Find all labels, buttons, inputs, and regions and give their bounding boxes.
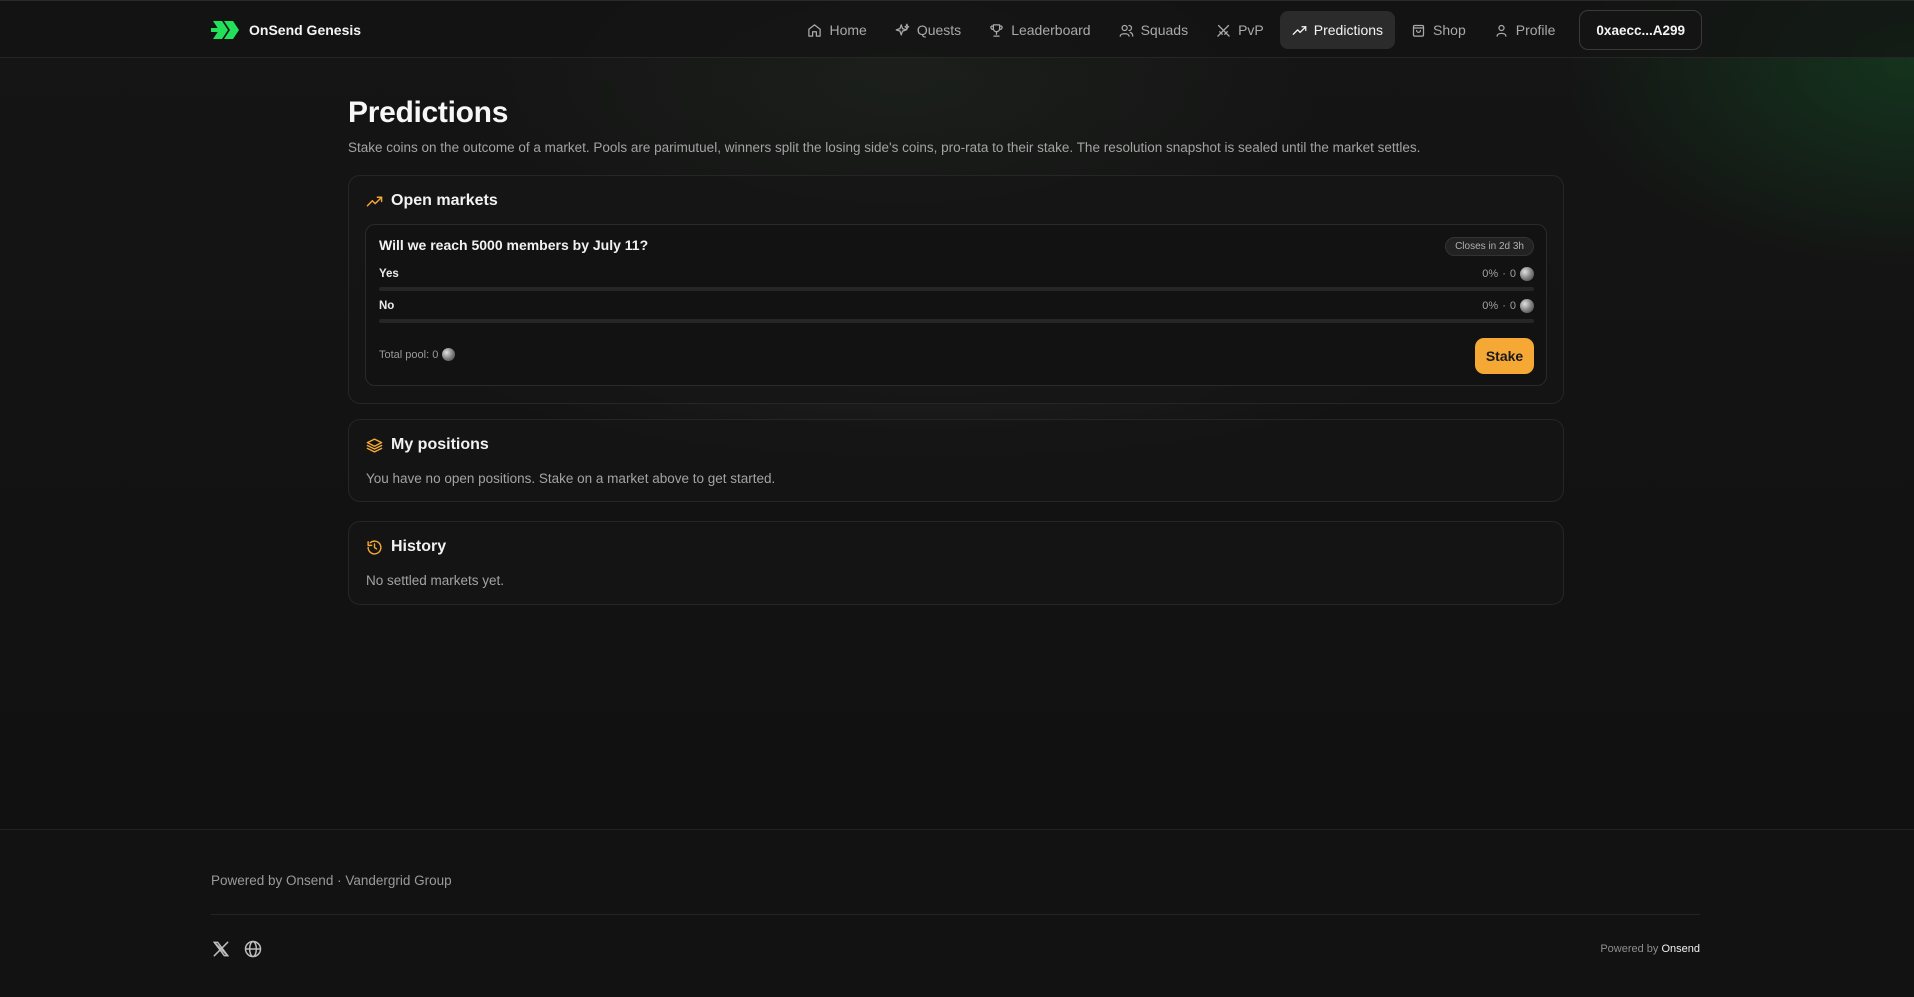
outcome-progress-bar xyxy=(379,319,1534,323)
my-positions-card: My positions You have no open positions.… xyxy=(348,419,1564,502)
outcome-percent: 0% xyxy=(1482,268,1499,280)
page-subtitle: Stake coins on the outcome of a market. … xyxy=(348,140,1421,155)
nav-menu: Home Quests Leaderboard Squads PvP Predi… xyxy=(795,10,1702,50)
page-title: Predictions xyxy=(348,96,509,129)
open-markets-title: Open markets xyxy=(391,192,498,209)
trending-up-icon xyxy=(1292,25,1307,35)
market-card: Will we reach 5000 members by July 11? C… xyxy=(365,224,1547,386)
outcome-option-no[interactable]: No 0% · 0 xyxy=(379,299,1534,323)
nav-item-label: Quests xyxy=(916,22,962,38)
outcome-amount: 0 xyxy=(1509,268,1516,280)
footer-credit: Powered by Onsend · Vandergrid Group xyxy=(211,873,452,888)
powered-prefix: Powered by xyxy=(1600,943,1659,955)
outcome-separator: · xyxy=(1502,268,1506,280)
nav-item-label: Profile xyxy=(1515,22,1556,38)
history-card: History No settled markets yet. xyxy=(348,521,1564,605)
my-positions-title: My positions xyxy=(391,436,489,453)
history-title: History xyxy=(391,538,447,555)
footer-powered-by: Powered by Onsend xyxy=(1600,943,1700,955)
top-nav: OnSend Genesis Home Quests Leaderboard S… xyxy=(0,0,1914,58)
outcome-separator: · xyxy=(1502,300,1506,312)
app-root: OnSend Genesis Home Quests Leaderboard S… xyxy=(0,0,1914,997)
total-pool-label: Total pool: 0 xyxy=(379,348,439,361)
nav-item-predictions[interactable]: Predictions xyxy=(1279,11,1396,49)
double-arrow-logo-icon xyxy=(211,21,239,39)
nav-item-label: Squads xyxy=(1140,22,1189,38)
wallet-button[interactable]: 0xaecc...A299 xyxy=(1579,10,1702,50)
nav-item-home[interactable]: Home xyxy=(795,11,878,49)
outcome-stat: 0% · 0 xyxy=(1482,267,1534,281)
home-icon xyxy=(808,23,822,37)
coin-icon xyxy=(1520,299,1534,313)
history-header: History xyxy=(366,538,446,556)
brand-link[interactable]: OnSend Genesis xyxy=(211,16,361,44)
nav-item-label: Predictions xyxy=(1313,22,1384,38)
globe-icon xyxy=(244,940,262,958)
history-icon xyxy=(367,539,382,555)
outcome-option-yes[interactable]: Yes 0% · 0 xyxy=(379,267,1534,291)
nav-item-quests[interactable]: Quests xyxy=(883,11,973,49)
shopping-bag-icon xyxy=(1412,24,1425,37)
market-question: Will we reach 5000 members by July 11? xyxy=(379,237,649,253)
outcome-stat: 0% · 0 xyxy=(1482,299,1534,313)
nav-item-profile[interactable]: Profile xyxy=(1482,11,1568,49)
sparkle-icon xyxy=(895,23,910,35)
footer: Powered by Onsend · Vandergrid Group Pow… xyxy=(0,829,1914,997)
nav-item-squads[interactable]: Squads xyxy=(1107,11,1200,49)
open-markets-card: Open markets Will we reach 5000 members … xyxy=(348,175,1564,404)
outcome-label: Yes xyxy=(379,268,399,280)
history-empty-text: No settled markets yet. xyxy=(366,573,505,588)
stake-button[interactable]: Stake xyxy=(1475,338,1534,374)
trending-up-icon xyxy=(366,196,383,206)
open-markets-header: Open markets xyxy=(366,192,498,210)
coin-icon xyxy=(1520,267,1534,281)
total-pool: Total pool: 0 xyxy=(379,348,456,361)
nav-item-label: Home xyxy=(829,22,867,38)
nav-item-label: Shop xyxy=(1433,22,1466,38)
closes-badge: Closes in 2d 3h xyxy=(1445,237,1534,256)
x-icon xyxy=(212,941,230,957)
social-links xyxy=(211,939,263,959)
nav-item-pvp[interactable]: PvP xyxy=(1204,11,1276,49)
my-positions-header: My positions xyxy=(366,436,489,454)
outcome-progress-bar xyxy=(379,287,1534,291)
brand-name: OnSend Genesis xyxy=(249,22,362,38)
user-icon xyxy=(1496,24,1507,37)
users-icon xyxy=(1119,24,1133,37)
trophy-icon xyxy=(990,23,1003,37)
website-link[interactable] xyxy=(243,939,263,959)
main-content: Predictions Stake coins on the outcome o… xyxy=(348,96,1564,605)
powered-brand-link[interactable]: Onsend xyxy=(1661,943,1700,955)
outcome-label: No xyxy=(379,300,395,312)
nav-item-leaderboard[interactable]: Leaderboard xyxy=(977,11,1102,49)
outcome-amount: 0 xyxy=(1509,300,1516,312)
footer-divider xyxy=(211,914,1700,915)
positions-empty-text: You have no open positions. Stake on a m… xyxy=(366,471,776,486)
nav-item-label: Leaderboard xyxy=(1011,22,1091,38)
outcome-percent: 0% xyxy=(1482,300,1499,312)
layers-icon xyxy=(366,437,383,453)
coin-icon xyxy=(442,348,456,361)
nav-item-shop[interactable]: Shop xyxy=(1399,11,1478,49)
nav-item-label: PvP xyxy=(1238,22,1264,38)
x-link[interactable] xyxy=(211,939,231,959)
crossed-swords-icon xyxy=(1217,24,1230,37)
